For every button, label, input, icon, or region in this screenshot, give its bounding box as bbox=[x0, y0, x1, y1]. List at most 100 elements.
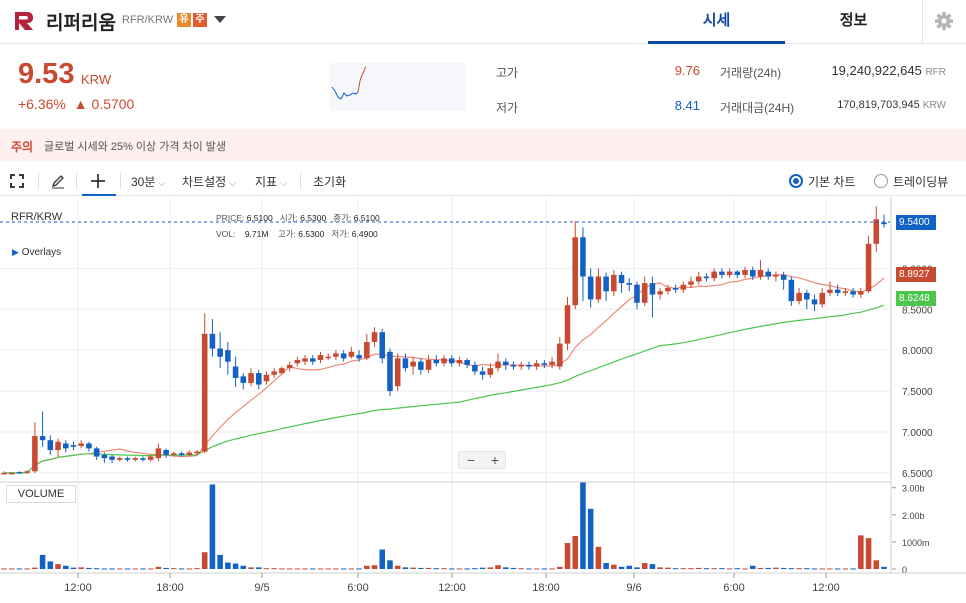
volume-bar bbox=[719, 568, 725, 570]
candle-body bbox=[472, 364, 478, 372]
coin-dropdown-icon[interactable] bbox=[214, 16, 226, 23]
candle-body bbox=[572, 237, 579, 306]
amount-value: 170,819,703,945 bbox=[837, 99, 920, 111]
candle-body bbox=[178, 453, 185, 455]
volume-bar bbox=[240, 565, 247, 569]
candle-body bbox=[70, 445, 77, 447]
volume-bar bbox=[124, 568, 131, 570]
candle-body bbox=[248, 373, 254, 383]
candle-body bbox=[402, 358, 409, 369]
ma-long-tag: 8.6248 bbox=[896, 291, 936, 306]
volume-bar bbox=[78, 567, 84, 569]
volume-value: 19,240,922,645 bbox=[831, 63, 922, 78]
zoom-in-button[interactable]: + bbox=[483, 452, 507, 468]
candle-body bbox=[827, 289, 833, 293]
candle-body bbox=[680, 284, 687, 290]
tradingview-radio[interactable] bbox=[874, 174, 888, 188]
volume-bar bbox=[626, 565, 633, 569]
interval-select[interactable]: 30분 ⌵ bbox=[131, 173, 166, 190]
candle-body bbox=[387, 351, 393, 392]
candle-body bbox=[695, 276, 702, 282]
volume-bar bbox=[109, 568, 115, 570]
candle-body bbox=[711, 271, 717, 279]
volume-bar bbox=[201, 552, 208, 569]
zoom-out-button[interactable]: − bbox=[459, 452, 483, 468]
price-change: +6.36% ▲ 0.5700 bbox=[18, 96, 134, 112]
candle-body bbox=[665, 288, 671, 292]
candle-body bbox=[487, 368, 494, 375]
candle-body bbox=[379, 332, 386, 359]
x-tick-label: 6:00 bbox=[347, 582, 368, 594]
volume-bar bbox=[518, 568, 524, 570]
candle-body bbox=[55, 441, 61, 450]
volume-bar bbox=[448, 568, 455, 570]
volume-bar bbox=[217, 554, 223, 569]
candlestick-chart[interactable]: 9.00008.50008.00007.50007.00006.50003.00… bbox=[0, 197, 966, 603]
crosshair-icon[interactable] bbox=[90, 173, 106, 189]
volume-bar bbox=[672, 568, 679, 570]
tab-info[interactable]: 정보 bbox=[785, 0, 922, 44]
volume-bar bbox=[418, 567, 424, 569]
candle-body bbox=[171, 453, 177, 455]
volume-bar bbox=[55, 564, 61, 569]
candle-body bbox=[865, 243, 872, 292]
candle-body bbox=[93, 448, 100, 457]
fullscreen-icon[interactable] bbox=[10, 174, 24, 188]
coin-pair: RFR/KRW bbox=[122, 14, 174, 26]
candle-body bbox=[557, 343, 563, 367]
candle-body bbox=[595, 276, 602, 300]
candle-body bbox=[340, 353, 347, 359]
basic-chart-radio[interactable] bbox=[789, 174, 803, 188]
volume-bar bbox=[178, 568, 185, 570]
overlays-toggle[interactable]: ▶ Overlays bbox=[12, 247, 61, 258]
chart-settings-menu[interactable]: 차트설정 ⌵ bbox=[182, 173, 237, 190]
settings-button[interactable] bbox=[922, 0, 966, 44]
candle-body bbox=[39, 436, 46, 441]
volume-bar bbox=[248, 567, 254, 569]
gear-icon bbox=[935, 12, 953, 30]
volume-bar bbox=[749, 565, 756, 569]
candle-body bbox=[811, 299, 818, 305]
candle-body bbox=[433, 360, 440, 364]
ohlc-row1: PRICE: 6.5100 시가: 6.5300 종가: 6.5100 bbox=[216, 213, 380, 223]
volume-bar bbox=[742, 568, 748, 570]
candle-body bbox=[317, 355, 324, 360]
volume-bar bbox=[433, 568, 440, 570]
candle-body bbox=[749, 270, 756, 277]
amount-24h: 170,819,703,945 KRW bbox=[800, 99, 946, 111]
reset-button[interactable]: 초기화 bbox=[313, 173, 346, 190]
change-amount: ▲ 0.5700 bbox=[73, 96, 135, 112]
candle-body bbox=[796, 292, 802, 302]
candle-body bbox=[441, 358, 447, 364]
volume-bar bbox=[356, 568, 362, 570]
candle-body bbox=[62, 443, 69, 449]
x-tick-label: 12:00 bbox=[64, 582, 92, 594]
volume-bar bbox=[649, 564, 656, 569]
volume-bar bbox=[865, 538, 872, 569]
candle-body bbox=[117, 458, 123, 460]
volume-bar bbox=[394, 565, 401, 569]
candle-body bbox=[186, 452, 193, 455]
volume-bar bbox=[302, 568, 308, 570]
x-tick-label: 12:00 bbox=[438, 582, 466, 594]
volume-bar bbox=[549, 568, 555, 570]
volume-bar bbox=[8, 568, 15, 570]
draw-pencil-icon[interactable] bbox=[50, 173, 66, 189]
candle-body bbox=[587, 276, 594, 300]
volume-bar bbox=[140, 568, 146, 570]
chart-canvas[interactable]: 9.00008.50008.00007.50007.00006.50003.00… bbox=[0, 197, 966, 603]
tradingview-label[interactable]: 트레이딩뷰 bbox=[893, 173, 948, 190]
volume-bar bbox=[487, 567, 494, 569]
candle-body bbox=[124, 458, 131, 460]
candle-body bbox=[657, 291, 663, 295]
candle-body bbox=[541, 363, 548, 365]
candle-body bbox=[834, 289, 841, 293]
indicators-menu[interactable]: 지표 ⌵ bbox=[255, 173, 287, 190]
tab-market[interactable]: 시세 bbox=[648, 0, 785, 44]
volume-bar bbox=[703, 568, 710, 570]
candle-body bbox=[479, 371, 486, 375]
volume-bar bbox=[279, 568, 285, 570]
basic-chart-label[interactable]: 기본 차트 bbox=[808, 173, 856, 190]
volume-bar bbox=[402, 567, 409, 569]
volume-bar bbox=[734, 568, 741, 570]
